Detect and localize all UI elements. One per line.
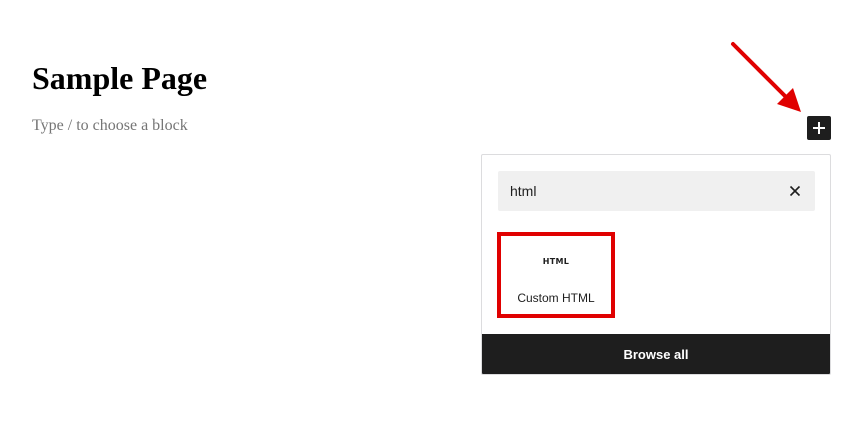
- close-icon: [789, 185, 801, 197]
- search-input[interactable]: [498, 171, 768, 211]
- page-title[interactable]: Sample Page: [32, 58, 207, 98]
- search-box: [498, 171, 815, 211]
- plus-icon: [813, 122, 825, 134]
- clear-search-button[interactable]: [783, 179, 807, 203]
- html-icon: HTML: [542, 257, 570, 266]
- block-result-custom-html[interactable]: HTML Custom HTML: [497, 232, 615, 318]
- block-placeholder[interactable]: Type / to choose a block: [32, 116, 188, 136]
- annotation-arrow: [731, 42, 801, 112]
- browse-all-button[interactable]: Browse all: [482, 334, 830, 374]
- block-inserter-popover: HTML Custom HTML Browse all: [481, 154, 831, 375]
- block-inserter-button[interactable]: [807, 116, 831, 140]
- block-result-label: Custom HTML: [517, 291, 595, 305]
